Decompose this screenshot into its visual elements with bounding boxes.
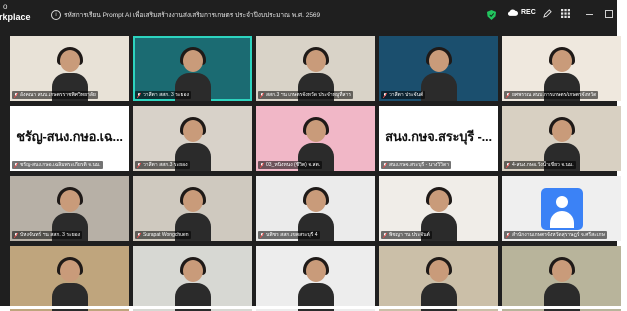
meeting-title: รหัสการเรียน Prompt AI เพื่อเสริมสร้างงา…: [64, 12, 321, 19]
participant-name-label: อังคณา สนบ.เกษตรราชพิศวิทยาลัย: [12, 91, 98, 99]
mic-muted-icon: [14, 162, 18, 168]
participant-tile[interactable]: 4-สนง.กษอ.วังน้ำเขียว จ.นม.: [502, 106, 621, 171]
participant-name: อังคณา สนบ.เกษตรราชพิศวิทยาลัย: [20, 92, 96, 98]
participant-name-label: ชรัญ-สนง.กษอ.เฉลิมพระเกียรติ จ.นม.: [12, 161, 103, 169]
participant-name-label: วาสีตา สสก. 3 ระยอง: [135, 91, 191, 99]
video-gallery: อังคณา สนบ.เกษตรราชพิศวิทยาลัยวาสีตา สสก…: [10, 36, 621, 311]
participant-tile[interactable]: [502, 246, 621, 311]
participant-video: [421, 47, 457, 101]
shield-icon[interactable]: [487, 10, 496, 20]
mic-muted-icon: [383, 162, 387, 168]
participant-name: ยศพรรณ สนบ.การเกษตร/เกษตรจังหวัด: [512, 92, 597, 98]
participant-name-label: สำนักงานเกษตรจังหวัดสุราษฎร์ จ.ศรีสะเกษ: [504, 231, 607, 239]
participant-name: สำนักงานเกษตรจังหวัดสุราษฎร์ จ.ศรีสะเกษ: [512, 232, 605, 238]
participant-display-name: สนง.กษจ.สระบุรี -...: [385, 129, 492, 144]
participant-video: [298, 257, 334, 311]
participant-tile[interactable]: วาสีตา สสก.3 ระยอง: [133, 106, 252, 171]
participant-tile[interactable]: บัหงจันทร์ ฯน สสก. 3 ระยอง: [10, 176, 129, 241]
pencil-icon[interactable]: [543, 9, 552, 18]
participant-tile[interactable]: 03_หนิงหนง (ชีวิต) จ.สต.: [256, 106, 375, 171]
participant-name: บัหงจันทร์ ฯน สสก. 3 ระยอง: [20, 232, 81, 238]
participant-video: [175, 257, 211, 311]
participant-name-label: พิชญา ฯน ประจันต์: [381, 231, 432, 239]
participant-name: สนง.กษจ.สระบุรี - นางวิวิดา: [389, 162, 450, 168]
participant-tile[interactable]: สนง.กษจ.สระบุรี -... สนง.กษจ.สระบุรี - นา…: [379, 106, 498, 171]
participant-tile[interactable]: วาสีตา สสก. 3 ระยอง: [133, 36, 252, 101]
participant-name-label: วาสีตา สสก.3 ระยอง: [135, 161, 190, 169]
participant-video: [421, 257, 457, 311]
meeting-window: o rkplace i รหัสการเรียน Prompt AI เพื่อ…: [0, 0, 627, 311]
mic-muted-icon: [383, 92, 387, 98]
participant-tile[interactable]: [10, 246, 129, 311]
participant-name-label: Surapat Wongchuen: [135, 231, 191, 239]
participant-tile[interactable]: [379, 246, 498, 311]
info-icon[interactable]: i: [51, 10, 61, 20]
participant-name: วาสีตา สสก.3 ระยอง: [143, 162, 188, 168]
participant-display-name: ชรัญ-สนง.กษอ.เฉ...: [16, 129, 123, 144]
meeting-title-bar: o rkplace i รหัสการเรียน Prompt AI เพื่อ…: [0, 0, 617, 30]
participant-name: สสก.3 ฯน เกษตรจังหวัด ประจำหมูที่สาร: [266, 92, 352, 98]
mic-muted-icon: [137, 232, 141, 238]
participant-tile[interactable]: พิชญา ฯน ประจันต์: [379, 176, 498, 241]
participant-tile[interactable]: อังคณา สนบ.เกษตรราชพิศวิทยาลัย: [10, 36, 129, 101]
mic-muted-icon: [137, 162, 141, 168]
participant-tile[interactable]: สสก.3 ฯน เกษตรจังหวัด ประจำหมูที่สาร: [256, 36, 375, 101]
participant-name: ชรัญ-สนง.กษอ.เฉลิมพระเกียรติ จ.นม.: [20, 162, 101, 168]
mic-muted-icon: [260, 92, 264, 98]
cloud-icon: [508, 9, 518, 16]
participant-tile[interactable]: Surapat Wongchuen: [133, 176, 252, 241]
participant-name: พิชญา ฯน ประจันต์: [389, 232, 430, 238]
record-button[interactable]: REC: [508, 9, 536, 16]
participant-name: วาสีตา ประจันต์: [389, 92, 424, 98]
grid-icon[interactable]: [561, 9, 570, 18]
mic-muted-icon: [14, 232, 18, 238]
participant-video: [52, 257, 88, 311]
mic-muted-icon: [506, 92, 510, 98]
participant-name-label: ยศพรรณ สนบ.การเกษตร/เกษตรจังหวัด: [504, 91, 599, 99]
brand-logo: o rkplace: [0, 2, 31, 22]
mic-muted-icon: [137, 92, 141, 98]
participant-name-label: 4-สนง.กษอ.วังน้ำเขียว จ.นม.: [504, 161, 576, 169]
participant-name: 03_หนิงหนง (ชีวิต) จ.สต.: [266, 162, 321, 168]
participant-name: 4-สนง.กษอ.วังน้ำเขียว จ.นม.: [512, 162, 574, 168]
mic-muted-icon: [383, 232, 387, 238]
participant-name-label: นพิชร สสก.เขตสระบุรี 4: [258, 231, 320, 239]
participant-name-label: บัหงจันทร์ ฯน สสก. 3 ระยอง: [12, 231, 83, 239]
participant-name-label: วาสีตา ประจันต์: [381, 91, 426, 99]
participant-tile[interactable]: วาสีตา ประจันต์: [379, 36, 498, 101]
participant-name-label: 03_หนิงหนง (ชีวิต) จ.สต.: [258, 161, 323, 169]
participant-name: Surapat Wongchuen: [143, 232, 189, 238]
participant-name: นพิชร สสก.เขตสระบุรี 4: [266, 232, 318, 238]
participant-name-label: สสก.3 ฯน เกษตรจังหวัด ประจำหมูที่สาร: [258, 91, 354, 99]
participant-name: วาสีตา สสก. 3 ระยอง: [143, 92, 189, 98]
participant-video: [544, 257, 580, 311]
mic-muted-icon: [506, 232, 510, 238]
participant-tile[interactable]: [133, 246, 252, 311]
restore-icon[interactable]: [605, 10, 613, 18]
mic-muted-icon: [14, 92, 18, 98]
minimize-icon[interactable]: [586, 14, 593, 15]
participant-tile[interactable]: นพิชร สสก.เขตสระบุรี 4: [256, 176, 375, 241]
avatar-icon: [541, 188, 583, 230]
participant-tile[interactable]: ชรัญ-สนง.กษอ.เฉ... ชรัญ-สนง.กษอ.เฉลิมพระเ…: [10, 106, 129, 171]
participant-tile[interactable]: ยศพรรณ สนบ.การเกษตร/เกษตรจังหวัด: [502, 36, 621, 101]
record-label: REC: [521, 9, 536, 16]
participant-name-label: สนง.กษจ.สระบุรี - นางวิวิดา: [381, 161, 452, 169]
participant-tile[interactable]: [256, 246, 375, 311]
mic-muted-icon: [260, 162, 264, 168]
mic-muted-icon: [506, 162, 510, 168]
participant-tile[interactable]: สำนักงานเกษตรจังหวัดสุราษฎร์ จ.ศรีสะเกษ: [502, 176, 621, 241]
mic-muted-icon: [260, 232, 264, 238]
